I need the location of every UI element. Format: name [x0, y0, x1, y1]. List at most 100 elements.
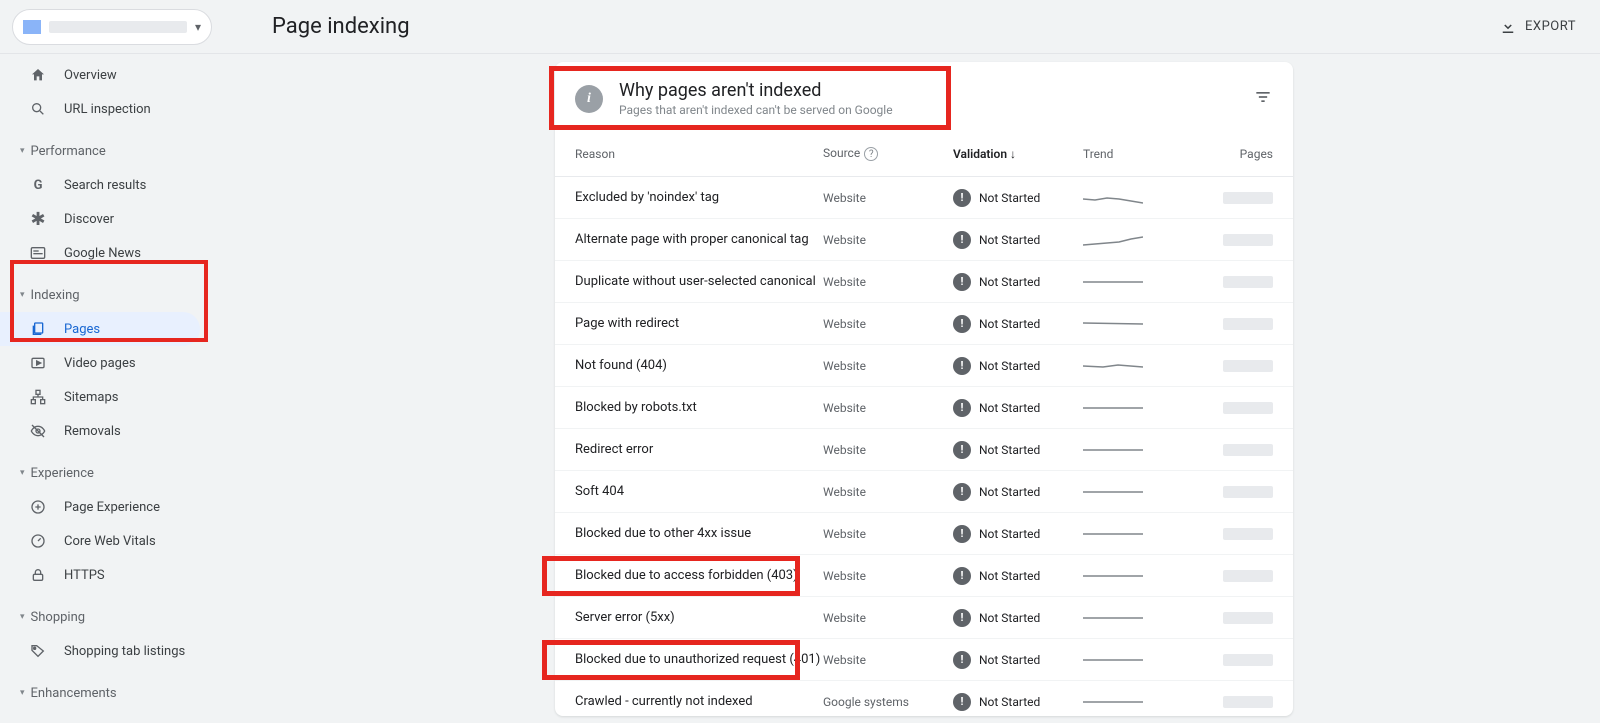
cell-reason: Soft 404: [575, 484, 823, 499]
sidebar-item-search-results[interactable]: G Search results: [0, 168, 248, 202]
sidebar-item-url-inspection[interactable]: URL inspection: [0, 92, 248, 126]
help-icon[interactable]: ?: [864, 147, 878, 161]
cell-reason: Excluded by 'noindex' tag: [575, 190, 823, 205]
cell-pages-redacted: [1223, 486, 1273, 498]
table-row[interactable]: Not found (404)Website!Not Started: [555, 345, 1293, 387]
table-row[interactable]: Redirect errorWebsite!Not Started: [555, 429, 1293, 471]
cell-source: Website: [823, 653, 953, 667]
pages-icon: [28, 321, 48, 337]
col-source[interactable]: Source?: [823, 146, 953, 162]
cell-pages-redacted: [1223, 318, 1273, 330]
card-title: Why pages aren't indexed: [619, 80, 893, 101]
cell-pages-redacted: [1223, 234, 1273, 246]
chevron-down-icon: ▾: [20, 290, 25, 300]
sidebar-item-label: Core Web Vitals: [64, 534, 156, 549]
sidebar-item-google-news[interactable]: Google News: [0, 236, 248, 270]
cell-trend: [1083, 191, 1143, 205]
cell-source: Website: [823, 317, 953, 331]
sidebar-item-core-web-vitals[interactable]: Core Web Vitals: [0, 524, 248, 558]
exclamation-icon: !: [953, 441, 971, 459]
exclamation-icon: !: [953, 609, 971, 627]
exclamation-icon: !: [953, 189, 971, 207]
sidebar-item-removals[interactable]: Removals: [0, 414, 248, 448]
property-thumbnail: [23, 20, 41, 34]
cell-source: Website: [823, 485, 953, 499]
home-icon: [28, 67, 48, 83]
table-row[interactable]: Crawled - currently not indexedGoogle sy…: [555, 681, 1293, 723]
exclamation-icon: !: [953, 693, 971, 711]
exclamation-icon: !: [953, 273, 971, 291]
cell-trend: [1083, 443, 1143, 457]
sidebar-item-overview[interactable]: Overview: [0, 58, 248, 92]
col-validation[interactable]: Validation ↓: [953, 147, 1083, 161]
cell-trend: [1083, 233, 1143, 247]
info-icon: i: [575, 85, 603, 113]
cell-validation: !Not Started: [953, 693, 1083, 711]
sidebar-item-shopping-listings[interactable]: Shopping tab listings: [0, 634, 248, 668]
sidebar-item-label: HTTPS: [64, 568, 105, 583]
cell-validation: !Not Started: [953, 357, 1083, 375]
exclamation-icon: !: [953, 399, 971, 417]
cell-source: Website: [823, 191, 953, 205]
filter-button[interactable]: [1253, 87, 1273, 111]
exclamation-icon: !: [953, 483, 971, 501]
sidebar-group-indexing[interactable]: ▾ Indexing: [0, 278, 248, 312]
table-headers: Reason Source? Validation ↓ Trend Pages: [555, 131, 1293, 177]
table-row[interactable]: Soft 404Website!Not Started: [555, 471, 1293, 513]
table-row[interactable]: Alternate page with proper canonical tag…: [555, 219, 1293, 261]
sidebar-item-page-experience[interactable]: Page Experience: [0, 490, 248, 524]
cell-pages-redacted: [1223, 612, 1273, 624]
export-button[interactable]: EXPORT: [1499, 18, 1576, 36]
cell-reason: Blocked due to access forbidden (403): [575, 568, 823, 583]
sidebar-item-label: Shopping tab listings: [64, 644, 185, 659]
cell-trend: [1083, 569, 1143, 583]
sidebar-item-discover[interactable]: ✱ Discover: [0, 202, 248, 236]
col-pages[interactable]: Pages: [1193, 147, 1273, 161]
chevron-down-icon: ▾: [195, 20, 201, 34]
sidebar-item-pages[interactable]: Pages: [0, 312, 200, 346]
table-row[interactable]: Server error (5xx)Website!Not Started: [555, 597, 1293, 639]
exclamation-icon: !: [953, 651, 971, 669]
sidebar-group-performance[interactable]: ▾ Performance: [0, 134, 248, 168]
table-row[interactable]: Duplicate without user-selected canonica…: [555, 261, 1293, 303]
cell-reason: Redirect error: [575, 442, 823, 457]
chevron-down-icon: ▾: [20, 688, 25, 698]
sidebar-item-label: Page Experience: [64, 500, 160, 515]
table-row[interactable]: Excluded by 'noindex' tagWebsite!Not Sta…: [555, 177, 1293, 219]
chevron-down-icon: ▾: [20, 612, 25, 622]
table-row[interactable]: Blocked due to other 4xx issueWebsite!No…: [555, 513, 1293, 555]
exclamation-icon: !: [953, 315, 971, 333]
main-content: i Why pages aren't indexed Pages that ar…: [248, 54, 1600, 716]
exclamation-icon: !: [953, 231, 971, 249]
sidebar-item-label: Video pages: [64, 356, 136, 371]
sidebar-item-https[interactable]: HTTPS: [0, 558, 248, 592]
sidebar-item-label: URL inspection: [64, 102, 151, 117]
why-not-indexed-card: i Why pages aren't indexed Pages that ar…: [555, 62, 1293, 716]
sidebar-item-video-pages[interactable]: Video pages: [0, 346, 248, 380]
col-trend[interactable]: Trend: [1083, 147, 1193, 161]
cell-reason: Page with redirect: [575, 316, 823, 331]
cell-reason: Duplicate without user-selected canonica…: [575, 274, 823, 289]
cell-pages-redacted: [1223, 696, 1273, 708]
exclamation-icon: !: [953, 567, 971, 585]
cell-source: Website: [823, 233, 953, 247]
table-row[interactable]: Blocked due to access forbidden (403)Web…: [555, 555, 1293, 597]
cell-reason: Blocked by robots.txt: [575, 400, 823, 415]
col-reason[interactable]: Reason: [575, 147, 823, 161]
sidebar-group-shopping[interactable]: ▾ Shopping: [0, 600, 248, 634]
cell-source: Website: [823, 401, 953, 415]
sidebar-item-sitemaps[interactable]: Sitemaps: [0, 380, 248, 414]
sidebar-group-experience[interactable]: ▾ Experience: [0, 456, 248, 490]
cell-source: Website: [823, 611, 953, 625]
table-body: Excluded by 'noindex' tagWebsite!Not Sta…: [555, 177, 1293, 723]
table-row[interactable]: Blocked by robots.txtWebsite!Not Started: [555, 387, 1293, 429]
property-selector[interactable]: ▾: [12, 9, 212, 45]
table-row[interactable]: Blocked due to unauthorized request (401…: [555, 639, 1293, 681]
table-row[interactable]: Page with redirectWebsite!Not Started: [555, 303, 1293, 345]
sidebar-group-enhancements[interactable]: ▾ Enhancements: [0, 676, 248, 710]
cell-trend: [1083, 611, 1143, 625]
asterisk-icon: ✱: [28, 209, 48, 230]
plus-circle-icon: [28, 499, 48, 515]
cell-trend: [1083, 695, 1143, 709]
search-icon: [28, 101, 48, 117]
